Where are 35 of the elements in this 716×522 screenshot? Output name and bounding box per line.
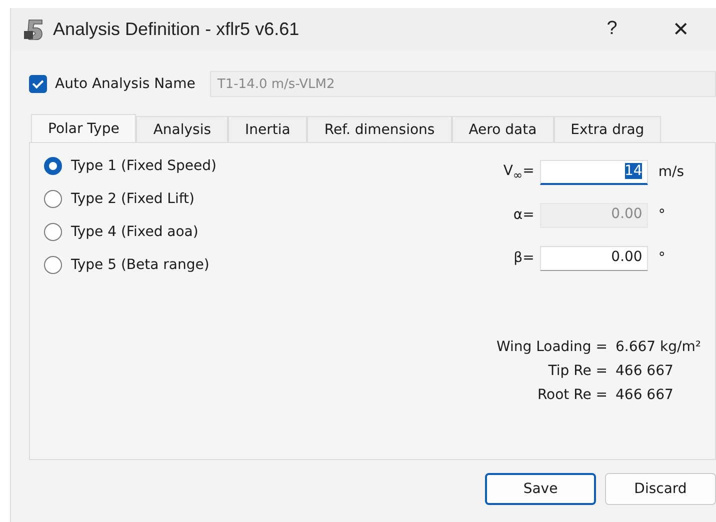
unit-label: m/s	[658, 164, 684, 180]
app-logo-icon	[23, 18, 45, 40]
result-value: 466 667	[616, 363, 674, 379]
field-label: β=	[512, 250, 534, 266]
radio-button[interactable]	[44, 156, 62, 174]
tab[interactable]: Polar Type	[31, 114, 136, 142]
result-value: 6.667 kg/m²	[616, 339, 701, 355]
radio-button[interactable]	[44, 256, 62, 274]
tab[interactable]: Aero data	[452, 116, 554, 142]
radio-label: Type 4 (Fixed aoa)	[71, 224, 198, 240]
radio-label: Type 1 (Fixed Speed)	[71, 158, 217, 174]
window-title: Analysis Definition - xflr5 v6.61	[53, 18, 300, 40]
dialog-button[interactable]: Discard	[605, 473, 716, 505]
input-field[interactable]: 0.00	[540, 246, 648, 270]
tab[interactable]: Inertia	[228, 116, 308, 142]
result-label: Wing Loading =	[496, 339, 608, 355]
radio-label: Type 2 (Fixed Lift)	[71, 190, 194, 206]
radio-button[interactable]	[44, 222, 62, 240]
input-field[interactable]: 14	[540, 160, 648, 184]
help-button[interactable]: ?	[602, 18, 622, 40]
close-button[interactable]: ✕	[670, 16, 692, 42]
radio-label: Type 5 (Beta range)	[71, 256, 210, 272]
dialog-button[interactable]: Save	[485, 473, 596, 505]
unit-label: °	[658, 250, 666, 266]
tab[interactable]: Analysis	[136, 116, 228, 142]
checkbox-label: Auto Analysis Name	[55, 76, 196, 92]
result-value: 466 667	[616, 387, 674, 403]
tab[interactable]: Extra drag	[554, 116, 662, 142]
field-label: α=	[512, 207, 534, 223]
result-label: Root Re =	[536, 387, 608, 403]
result-label: Tip Re =	[547, 363, 608, 379]
unit-label: °	[658, 207, 666, 223]
radio-button[interactable]	[44, 190, 62, 208]
field-label: V$_{∞}$=	[503, 162, 534, 182]
tab[interactable]: Ref. dimensions	[307, 116, 452, 142]
